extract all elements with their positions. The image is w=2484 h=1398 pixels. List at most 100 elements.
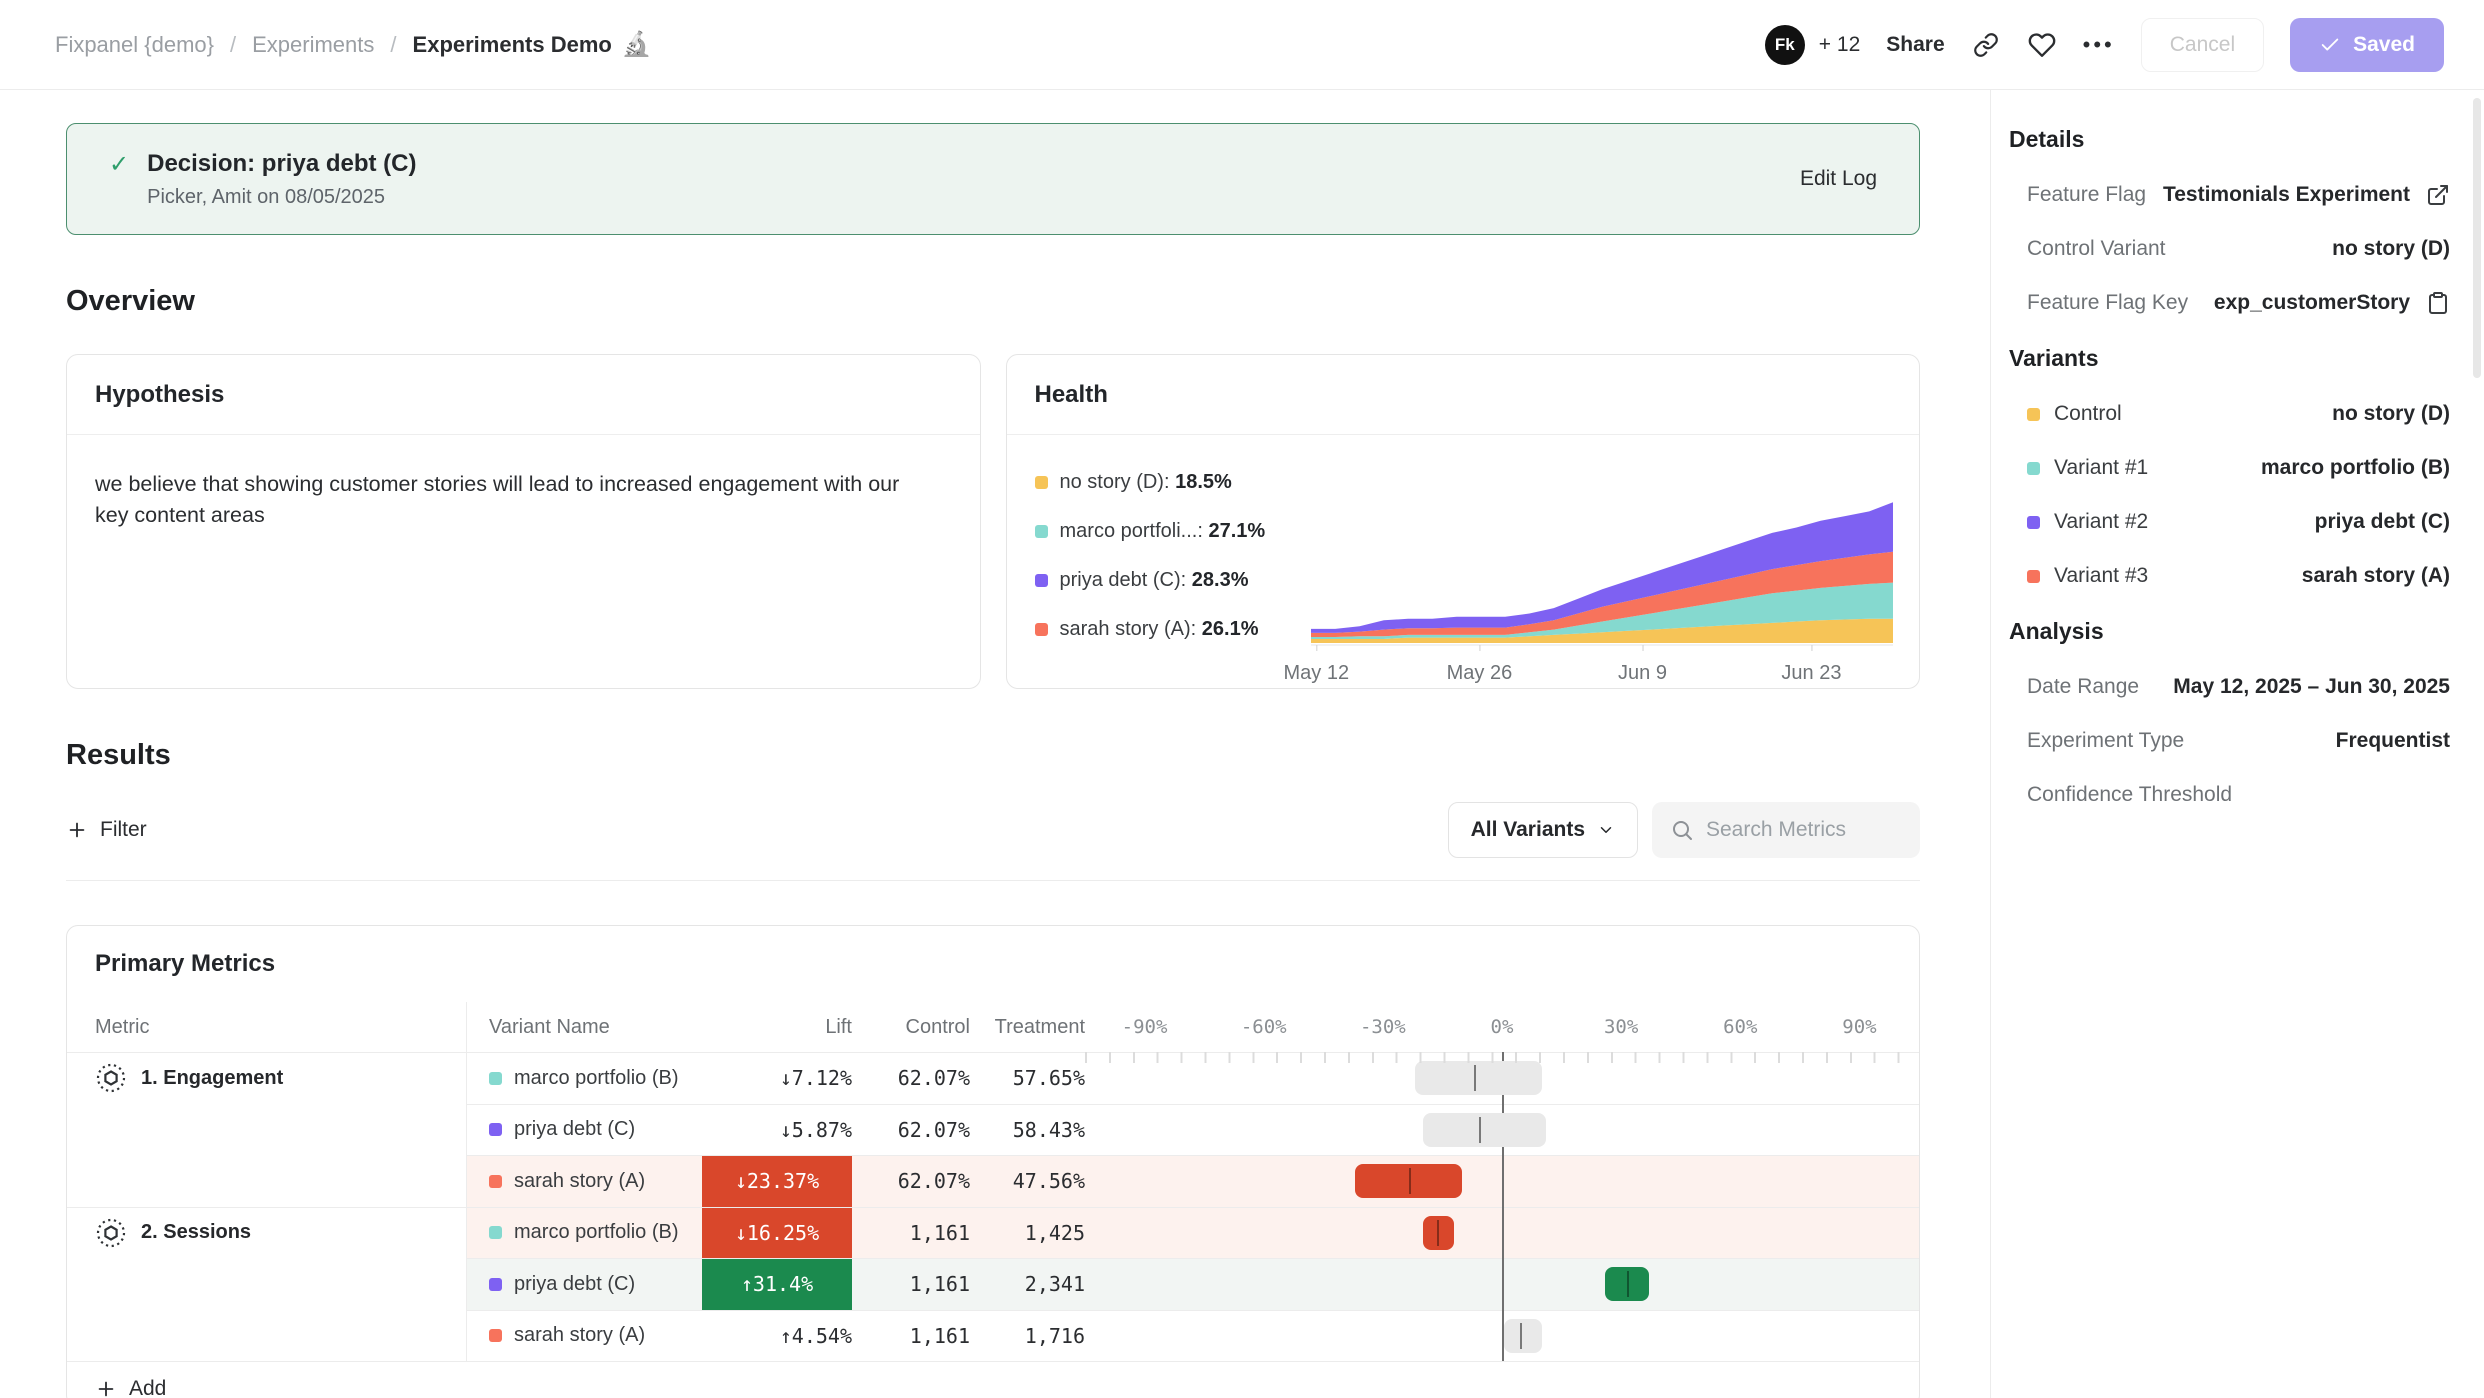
variant-color-chip (489, 1226, 502, 1239)
sidebar-row-label: Experiment Type (2027, 729, 2184, 753)
ci-mean-tick (1437, 1220, 1439, 1246)
control-value: 1,161 (852, 1208, 970, 1259)
add-label: Add (129, 1377, 166, 1398)
ci-axis-ruler (1085, 1052, 1919, 1063)
variant-row: Control no story (D) (2009, 402, 2450, 426)
legend-color-chip (1035, 574, 1048, 587)
edit-log-button[interactable]: Edit Log (1800, 167, 1877, 191)
cancel-button[interactable]: Cancel (2141, 18, 2264, 72)
copy-icon[interactable] (2426, 291, 2450, 315)
variants-dropdown[interactable]: All Variants (1448, 802, 1638, 858)
variant-row: Variant #1 marco portfolio (B) (2009, 456, 2450, 480)
ci-mean-tick (1479, 1117, 1481, 1143)
col-treatment: Treatment (970, 1016, 1085, 1039)
treatment-value: 1,425 (970, 1208, 1085, 1259)
variant-color-chip (489, 1123, 502, 1136)
variant-name: priya debt (C) (2315, 510, 2450, 534)
col-metric: Metric (67, 1002, 467, 1052)
primary-metrics-title: Primary Metrics (67, 926, 1919, 1002)
legend-item: no story (D): 18.5% (1035, 471, 1307, 494)
favorite-heart-icon[interactable] (2027, 30, 2057, 60)
decision-title: Decision: priya debt (C) (147, 150, 416, 178)
legend-item: sarah story (A): 26.1% (1035, 618, 1307, 641)
variant-name: no story (D) (2332, 402, 2450, 426)
metrics-search[interactable] (1652, 802, 1920, 858)
table-row[interactable]: sarah story (A) ↑4.54% 1,161 1,716 (67, 1310, 1919, 1362)
ci-mean-tick (1474, 1065, 1476, 1091)
top-header-bar: Fixpanel {demo} / Experiments / Experime… (0, 0, 2484, 90)
sidebar-row: Feature Flag Testimonials Experiment (2009, 183, 2450, 207)
col-lift: Lift (702, 1016, 852, 1039)
breadcrumb-experiments[interactable]: Experiments (252, 32, 374, 58)
check-icon (2319, 34, 2341, 56)
share-button[interactable]: Share (1886, 33, 1944, 57)
treatment-value: 1,716 (970, 1311, 1085, 1362)
variants-dropdown-label: All Variants (1471, 818, 1585, 842)
variant-color-chip (489, 1175, 502, 1188)
x-axis-label: Jun 23 (1781, 662, 1841, 685)
x-axis-label: May 12 (1284, 662, 1350, 685)
axis-tick-label: 0% (1491, 1016, 1514, 1038)
collaborators-count[interactable]: + 12 (1819, 33, 1860, 57)
confidence-interval-bar (1415, 1061, 1542, 1095)
axis-tick-label: -60% (1241, 1016, 1287, 1038)
health-chart-x-axis: May 12May 26Jun 9Jun 23 (1311, 654, 1894, 689)
legend-item: marco portfoli...: 27.1% (1035, 520, 1307, 543)
health-legend: no story (D): 18.5% marco portfoli...: 2… (1007, 435, 1307, 689)
variant-name: marco portfolio (B) (2261, 456, 2450, 480)
table-row[interactable]: priya debt (C) ↑31.4% 1,161 2,341 (67, 1258, 1919, 1310)
treatment-value: 57.65% (970, 1053, 1085, 1104)
scrollbar[interactable] (2473, 98, 2481, 378)
variant-color-chip (2027, 408, 2040, 421)
lift-value: ↓16.25% (702, 1208, 852, 1259)
ci-mean-tick (1520, 1323, 1522, 1349)
table-row[interactable]: sarah story (A) ↓23.37% 62.07% 47.56% (67, 1155, 1919, 1207)
table-row[interactable]: 2. Sessions marco portfolio (B) ↓16.25% … (67, 1207, 1919, 1259)
more-options-button[interactable]: ••• (2083, 32, 2115, 58)
variant-name: sarah story (A) (2302, 564, 2450, 588)
details-sidebar: Details Feature Flag Testimonials Experi… (1990, 90, 2484, 1398)
table-header: Metric Variant Name Lift Control Treatme… (67, 1002, 1919, 1052)
hypothesis-text: we believe that showing customer stories… (67, 435, 980, 531)
legend-value: 18.5% (1175, 471, 1232, 493)
variant-slot-label: Control (2054, 402, 2122, 426)
avatar[interactable]: Fk (1765, 25, 1805, 65)
search-metrics-input[interactable] (1706, 818, 1896, 842)
sidebar-row-label: Feature Flag Key (2027, 291, 2188, 315)
sidebar-row: Confidence Threshold (2009, 783, 2450, 807)
lift-value: ↑31.4% (702, 1259, 852, 1310)
copy-link-icon[interactable] (1971, 30, 2001, 60)
variant-color-chip (2027, 570, 2040, 583)
add-filter-button[interactable]: Filter (66, 818, 147, 842)
legend-label: no story (D): (1060, 471, 1170, 493)
breadcrumb-project[interactable]: Fixpanel {demo} (55, 32, 214, 58)
health-chart: May 12May 26Jun 9Jun 23 (1307, 435, 1920, 689)
analysis-section-title: Analysis (2009, 618, 2450, 645)
variants-section-title: Variants (2009, 345, 2450, 372)
lift-value: ↓7.12% (702, 1053, 852, 1104)
ci-axis-labels: -90%-60%-30%0%30%60%90% (1085, 1002, 1919, 1052)
table-row[interactable]: priya debt (C) ↓5.87% 62.07% 58.43% (67, 1104, 1919, 1156)
saved-button[interactable]: Saved (2290, 18, 2444, 72)
overview-heading: Overview (66, 285, 1920, 318)
sidebar-row-value: exp_customerStory (2214, 291, 2410, 315)
divider (66, 880, 1920, 881)
x-axis-label: May 26 (1447, 662, 1513, 685)
hypothesis-title: Hypothesis (95, 381, 224, 409)
metric-goal-icon (95, 1062, 127, 1094)
variant-name: marco portfolio (B) (514, 1221, 679, 1244)
sidebar-row: Date Range May 12, 2025 – Jun 30, 2025 (2009, 675, 2450, 699)
variant-color-chip (489, 1072, 502, 1085)
external-link-icon[interactable] (2426, 183, 2450, 207)
confidence-interval-bar (1504, 1319, 1542, 1353)
legend-value: 28.3% (1192, 569, 1249, 591)
col-variant-name: Variant Name (467, 1016, 702, 1039)
sidebar-row-label: Feature Flag (2027, 183, 2146, 207)
axis-tick-label: 30% (1604, 1016, 1638, 1038)
add-metric-button[interactable]: Add (67, 1361, 1919, 1398)
control-value: 1,161 (852, 1311, 970, 1362)
breadcrumb: Fixpanel {demo} / Experiments / Experime… (55, 30, 652, 59)
control-value: 62.07% (852, 1156, 970, 1207)
zero-baseline (1502, 1052, 1504, 1361)
axis-tick-label: -30% (1360, 1016, 1406, 1038)
